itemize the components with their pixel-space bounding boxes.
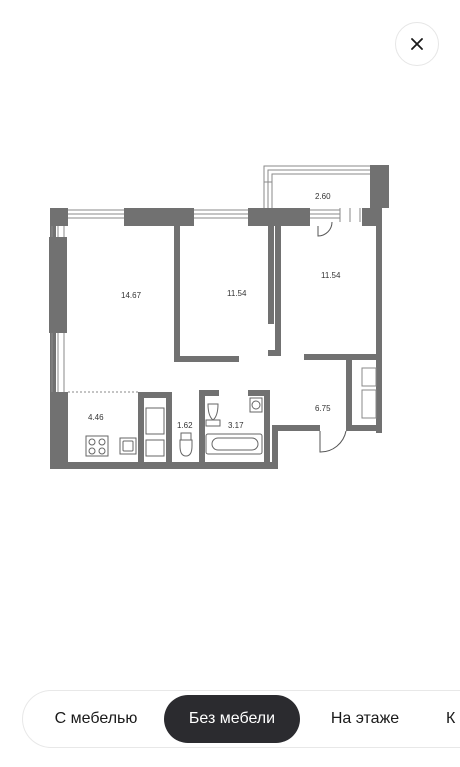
door-arc [319,430,347,453]
area-label: 4.46 [88,413,104,422]
toilet [179,439,193,457]
area-label: 11.54 [227,289,247,298]
balcony-rail [263,165,370,208]
area-label: 3.17 [228,421,244,430]
tab-without-furniture[interactable]: Без мебели [164,695,300,743]
wall [304,354,376,360]
window [310,209,340,219]
floor-plan: 14.67 11.54 11.54 2.60 4.46 1.62 3.17 6.… [49,165,389,469]
balcony-rail [267,169,370,208]
wall [268,226,274,324]
tab-next[interactable]: К [446,695,460,743]
wall [272,425,320,431]
window [339,208,361,222]
wall [166,392,172,468]
wall [124,208,194,226]
wall [248,208,310,226]
wall [275,226,281,356]
tab-on-floor[interactable]: На этаже [315,695,415,743]
area-label: 6.75 [315,404,331,413]
area-label: 1.62 [177,421,193,430]
wall [50,392,68,469]
wall [138,392,144,468]
area-label: 11.54 [321,271,341,280]
cabinet [145,439,165,457]
wall [49,237,67,333]
wall [199,390,219,396]
area-label: 2.60 [315,192,331,201]
wall [174,356,239,362]
wall [370,165,389,208]
wall [50,208,68,226]
wall [272,425,278,469]
cabinet [145,407,165,435]
wall [362,208,382,226]
wall [174,226,180,362]
tab-with-furniture[interactable]: С мебелью [41,695,151,743]
area-label: 14.67 [121,291,142,300]
window [68,209,124,219]
balcony-rail [271,173,370,208]
wall [264,390,270,468]
wall [199,390,205,468]
wall [376,208,382,433]
wardrobe [361,389,377,419]
window [194,209,248,219]
wall [346,360,352,431]
door-arc [317,221,333,237]
toilet [207,403,219,421]
view-mode-tabs: С мебелью Без мебели На этаже К [22,690,460,748]
wardrobe [361,367,377,387]
wall [50,462,278,469]
